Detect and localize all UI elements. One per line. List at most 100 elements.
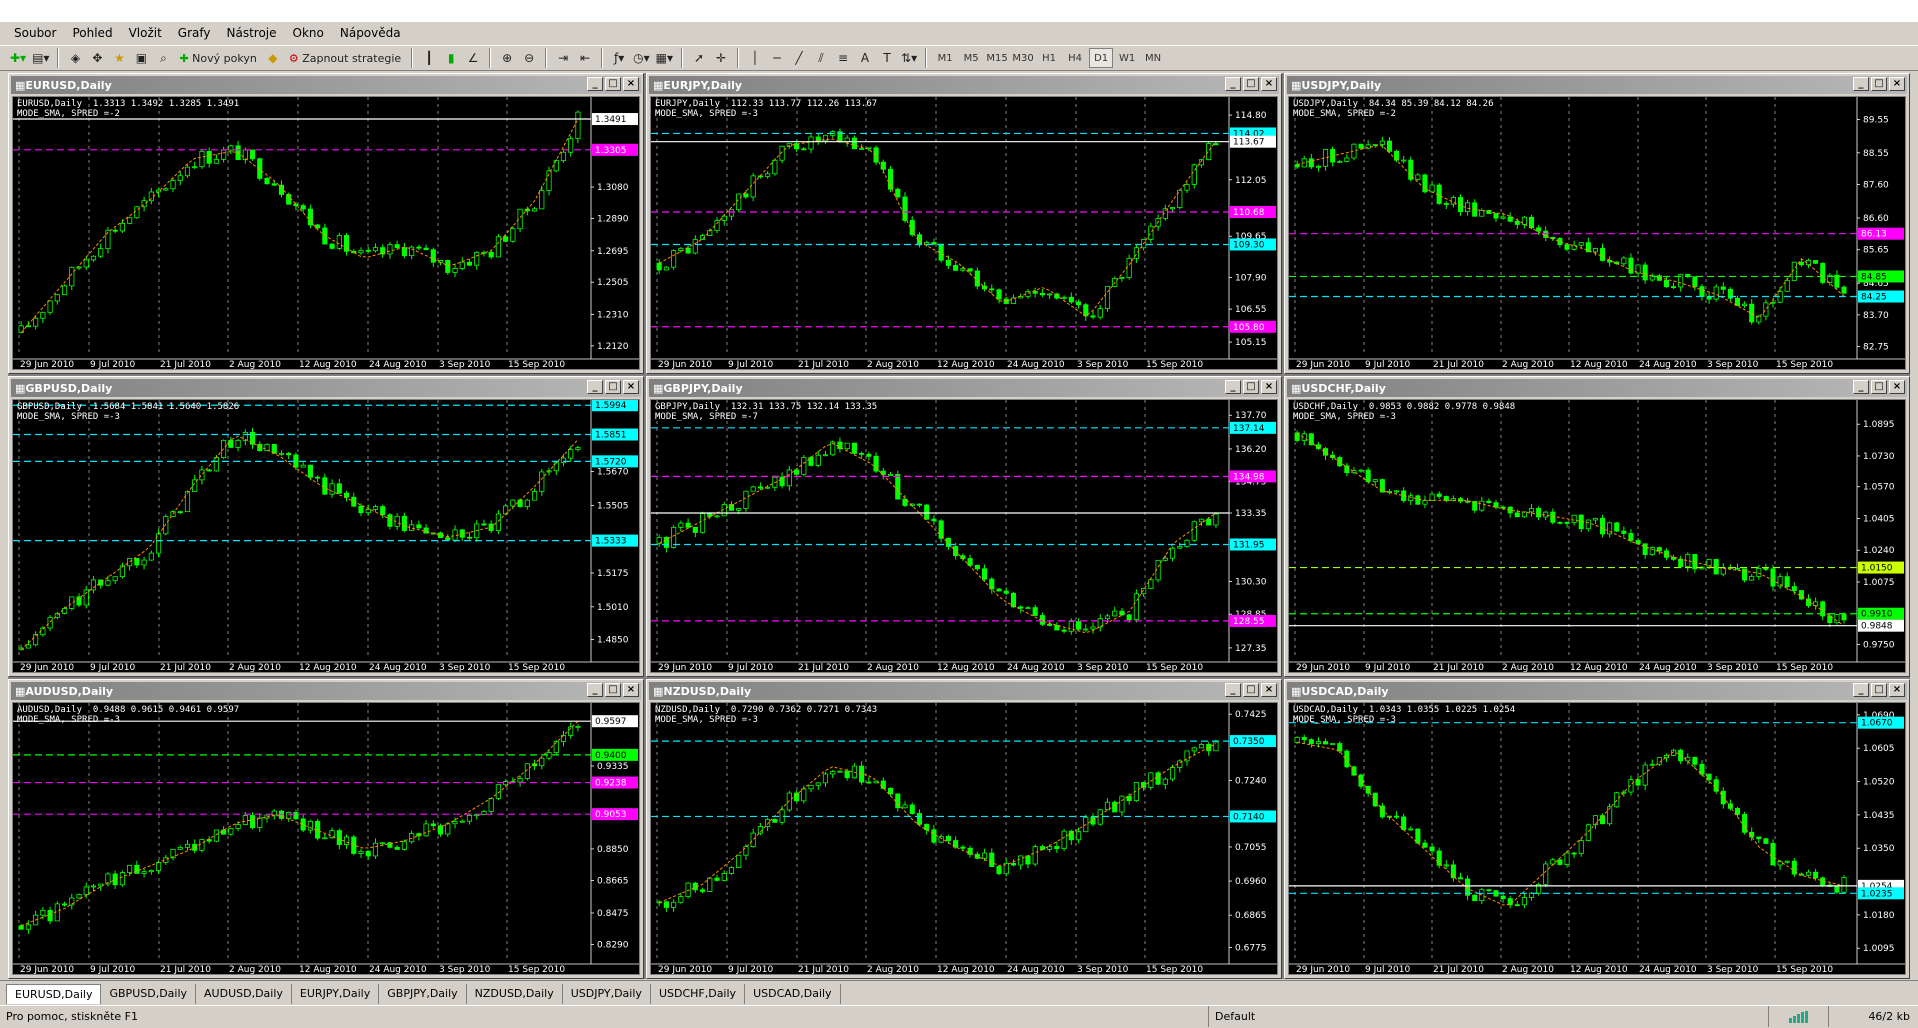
tab-audusd[interactable]: AUDUSD,Daily: [196, 984, 292, 1004]
chart-plot-area[interactable]: 29 Jun 2010 9 Jul 2010 21 Jul 2010 2 Aug 20…: [1288, 702, 1906, 975]
minimize-icon[interactable]: _: [1853, 683, 1869, 697]
favorites-icon[interactable]: ★: [109, 48, 129, 68]
profiles-icon[interactable]: ▤▾: [30, 48, 51, 68]
timeframe-d1[interactable]: D1: [1089, 48, 1114, 68]
maximize-icon[interactable]: □: [605, 77, 621, 91]
terminal-icon[interactable]: ▣: [131, 48, 151, 68]
chart-plot-area[interactable]: 29 Jun 2010 9 Jul 2010 21 Jul 2010 2 Aug 20…: [12, 96, 640, 370]
tab-gbpjpy[interactable]: GBPJPY,Daily: [379, 984, 467, 1004]
chart-window[interactable]: ▦ EURJPY,Daily _ □ × 29 Jun 2010 9 Jul 2010 21…: [646, 73, 1282, 374]
close-icon[interactable]: ×: [1261, 77, 1277, 91]
timeframe-mn[interactable]: MN: [1141, 48, 1165, 68]
timeframe-m15[interactable]: M15: [985, 48, 1009, 68]
minimize-icon[interactable]: _: [1225, 380, 1241, 394]
maximize-icon[interactable]: □: [1871, 380, 1887, 394]
new-order-button[interactable]: ✚ Nový pokyn: [175, 48, 260, 68]
timeframe-m5[interactable]: M5: [959, 48, 983, 68]
trendline-icon[interactable]: ╱: [789, 48, 809, 68]
timeframe-h1[interactable]: H1: [1037, 48, 1061, 68]
zoom-in-icon[interactable]: ⊕: [497, 48, 517, 68]
channel-icon[interactable]: ⫽: [811, 48, 831, 68]
chart-window[interactable]: ▦ USDCHF,Daily _ □ × 29 Jun 2010 9 Jul 2010 21…: [1284, 376, 1910, 677]
market-watch-icon[interactable]: ◈: [65, 48, 85, 68]
menu-nastroje[interactable]: Nástroje: [219, 22, 285, 44]
menu-vlozit[interactable]: Vložit: [121, 22, 170, 44]
text-label-icon[interactable]: T: [877, 48, 897, 68]
new-chart-icon[interactable]: ✚▾: [8, 48, 28, 68]
maximize-icon[interactable]: □: [1871, 77, 1887, 91]
close-icon[interactable]: ×: [1889, 683, 1905, 697]
maximize-icon[interactable]: □: [605, 380, 621, 394]
close-icon[interactable]: ×: [1261, 380, 1277, 394]
menu-soubor[interactable]: Soubor: [6, 22, 64, 44]
chart-window[interactable]: ▦ GBPJPY,Daily _ □ × 29 Jun 2010 9 Jul 2010 21…: [646, 376, 1282, 677]
bar-chart-icon[interactable]: ┃: [419, 48, 439, 68]
minimize-icon[interactable]: _: [1853, 77, 1869, 91]
chart-plot-area[interactable]: 29 Jun 2010 9 Jul 2010 21 Jul 2010 2 Aug 20…: [12, 702, 640, 975]
timeframe-m30[interactable]: M30: [1011, 48, 1035, 68]
chart-window-titlebar[interactable]: ▦ NZDUSD,Daily _ □ ×: [649, 682, 1279, 700]
tab-eurusd[interactable]: EURUSD,Daily: [6, 984, 102, 1004]
menu-napoveda[interactable]: Nápověda: [332, 22, 409, 44]
chart-window[interactable]: ▦ USDCAD,Daily _ □ × 29 Jun 2010 9 Jul 2010 21…: [1284, 679, 1910, 979]
chart-window-titlebar[interactable]: ▦ EURJPY,Daily _ □ ×: [649, 76, 1279, 94]
maximize-icon[interactable]: □: [1243, 380, 1259, 394]
chart-plot-area[interactable]: 29 Jun 2010 9 Jul 2010 21 Jul 2010 2 Aug 20…: [12, 399, 640, 673]
minimize-icon[interactable]: _: [587, 77, 603, 91]
zoom-out-icon[interactable]: ⊖: [519, 48, 539, 68]
chart-window-titlebar[interactable]: ▦ AUDUSD,Daily _ □ ×: [11, 682, 641, 700]
tab-usdcad[interactable]: USDCAD,Daily: [745, 984, 841, 1004]
close-icon[interactable]: ×: [1261, 683, 1277, 697]
tab-usdchf[interactable]: USDCHF,Daily: [651, 984, 746, 1004]
chart-plot-area[interactable]: 29 Jun 2010 9 Jul 2010 21 Jul 2010 2 Aug 20…: [650, 399, 1278, 673]
minimize-icon[interactable]: _: [1225, 683, 1241, 697]
chart-window-titlebar[interactable]: ▦ GBPJPY,Daily _ □ ×: [649, 379, 1279, 397]
chart-window-titlebar[interactable]: ▦ EURUSD,Daily _ □ ×: [11, 76, 641, 94]
chart-window[interactable]: ▦ EURUSD,Daily _ □ × 29 Jun 2010 9 Jul 2010 21…: [8, 73, 644, 374]
tab-nzdusd[interactable]: NZDUSD,Daily: [467, 984, 563, 1004]
maximize-icon[interactable]: □: [605, 683, 621, 697]
close-icon[interactable]: ×: [623, 683, 639, 697]
chart-shift-icon[interactable]: ⇤: [575, 48, 595, 68]
timeframe-h4[interactable]: H4: [1063, 48, 1087, 68]
tab-eurjpy[interactable]: EURJPY,Daily: [292, 984, 380, 1004]
minimize-icon[interactable]: _: [1853, 380, 1869, 394]
chart-window[interactable]: ▦ USDJPY,Daily _ □ × 29 Jun 2010 9 Jul 2010 21…: [1284, 73, 1910, 374]
tester-icon[interactable]: ⌕: [153, 48, 173, 68]
chart-window-titlebar[interactable]: ▦ GBPUSD,Daily _ □ ×: [11, 379, 641, 397]
chart-plot-area[interactable]: 29 Jun 2010 9 Jul 2010 21 Jul 2010 2 Aug 20…: [650, 702, 1278, 975]
chart-plot-area[interactable]: 29 Jun 2010 9 Jul 2010 21 Jul 2010 2 Aug 20…: [650, 96, 1278, 370]
close-icon[interactable]: ×: [623, 77, 639, 91]
close-icon[interactable]: ×: [623, 380, 639, 394]
menu-pohled[interactable]: Pohled: [64, 22, 120, 44]
navigator-icon[interactable]: ✥: [87, 48, 107, 68]
chart-plot-area[interactable]: 29 Jun 2010 9 Jul 2010 21 Jul 2010 2 Aug 20…: [1288, 399, 1906, 673]
horizontal-line-icon[interactable]: ─: [767, 48, 787, 68]
enable-strategies-button[interactable]: ⚙ Zapnout strategie: [285, 48, 405, 68]
chart-window[interactable]: ▦ GBPUSD,Daily _ □ × 29 Jun 2010 9 Jul 2010 21…: [8, 376, 644, 677]
timeframe-m1[interactable]: M1: [933, 48, 957, 68]
menu-grafy[interactable]: Grafy: [170, 22, 219, 44]
candlestick-icon[interactable]: ▮: [441, 48, 461, 68]
minimize-icon[interactable]: _: [587, 380, 603, 394]
periods-icon[interactable]: ◷▾: [631, 48, 652, 68]
arrows-icon[interactable]: ⇅▾: [899, 48, 919, 68]
chart-window[interactable]: ▦ AUDUSD,Daily _ □ × 29 Jun 2010 9 Jul 2010 21…: [8, 679, 644, 979]
chart-window[interactable]: ▦ NZDUSD,Daily _ □ × 29 Jun 2010 9 Jul 2010 21…: [646, 679, 1282, 979]
chart-window-titlebar[interactable]: ▦ USDJPY,Daily _ □ ×: [1287, 76, 1907, 94]
maximize-icon[interactable]: □: [1243, 683, 1259, 697]
menu-okno[interactable]: Okno: [285, 22, 332, 44]
auto-scroll-icon[interactable]: ⇥: [553, 48, 573, 68]
templates-icon[interactable]: ▦▾: [654, 48, 675, 68]
close-icon[interactable]: ×: [1889, 380, 1905, 394]
vertical-line-icon[interactable]: │: [745, 48, 765, 68]
tab-usdjpy[interactable]: USDJPY,Daily: [563, 984, 651, 1004]
chart-window-titlebar[interactable]: ▦ USDCAD,Daily _ □ ×: [1287, 682, 1907, 700]
chart-window-titlebar[interactable]: ▦ USDCHF,Daily _ □ ×: [1287, 379, 1907, 397]
chart-plot-area[interactable]: 29 Jun 2010 9 Jul 2010 21 Jul 2010 2 Aug 20…: [1288, 96, 1906, 370]
text-icon[interactable]: A: [855, 48, 875, 68]
minimize-icon[interactable]: _: [1225, 77, 1241, 91]
timeframe-w1[interactable]: W1: [1115, 48, 1139, 68]
indicators-icon[interactable]: ƒ▾: [609, 48, 629, 68]
metaeditor-icon[interactable]: ◆: [263, 48, 283, 68]
